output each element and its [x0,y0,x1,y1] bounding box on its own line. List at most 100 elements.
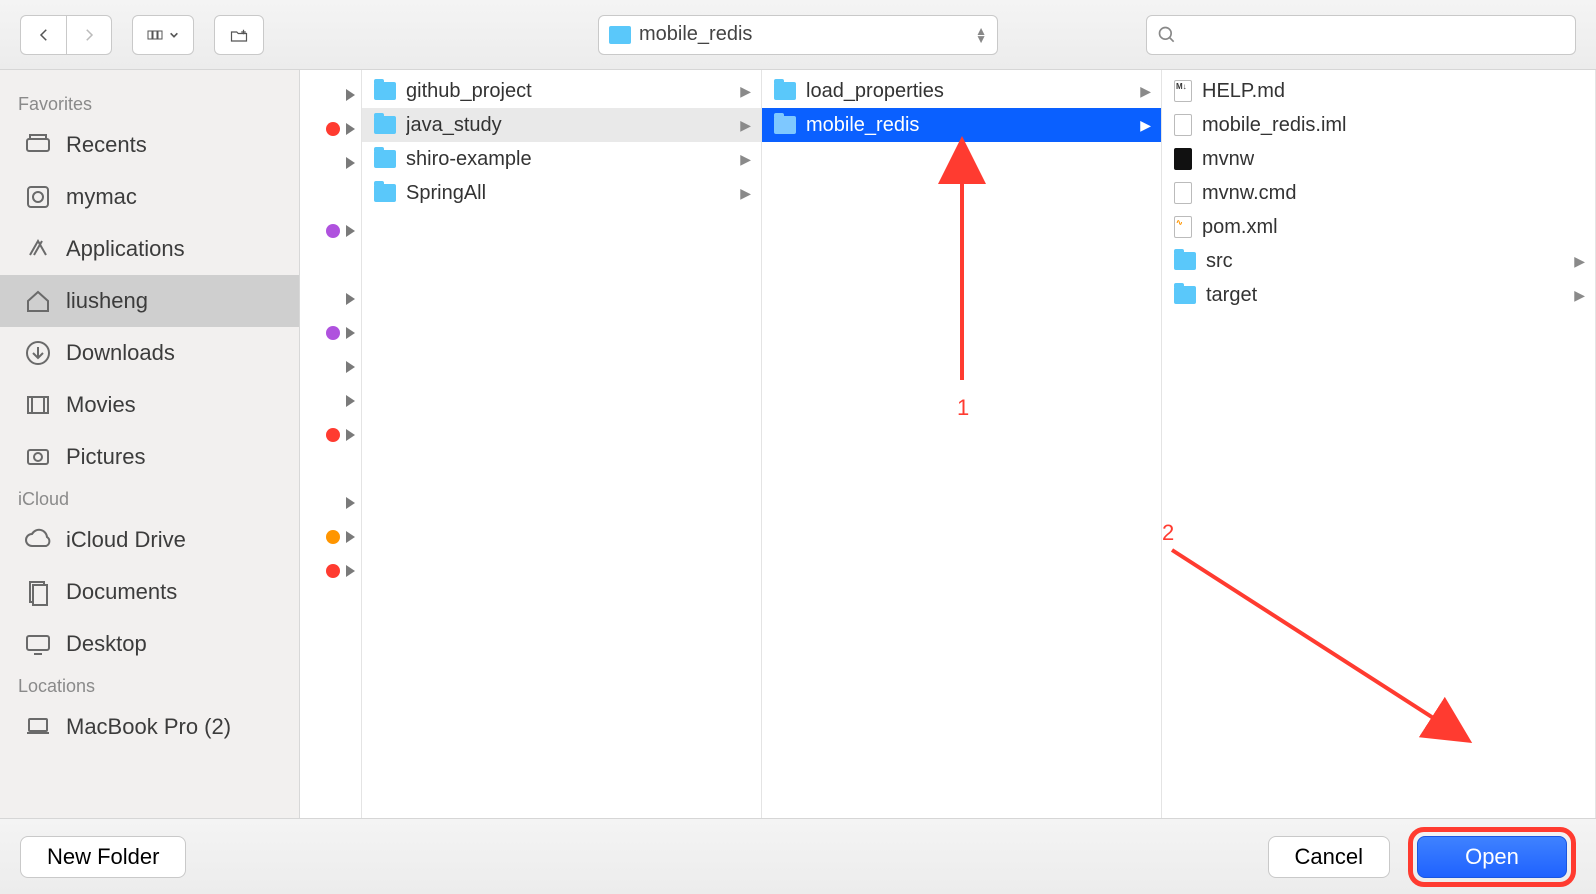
item-label: github_project [406,80,532,103]
path-popup[interactable]: mobile_redis ▲▼ [598,15,998,55]
disclosure-triangle-icon[interactable] [346,157,355,169]
sidebar-item-label: Recents [66,132,147,158]
disclosure-triangle-icon[interactable] [346,531,355,543]
sidebar-item-label: mymac [66,184,137,210]
annotation-1: 1 [957,395,969,421]
gutter-row [300,350,361,384]
disclosure-triangle-icon[interactable] [346,89,355,101]
file-icon [1174,114,1192,136]
column-2: load_properties▶mobile_redis▶ 1 [762,70,1162,818]
sidebar-item-label: Downloads [66,340,175,366]
folder-icon [774,82,796,100]
tag-dot-purple-icon [326,224,340,238]
search-input[interactable] [1177,23,1565,46]
back-button[interactable] [20,15,66,55]
gutter-row [300,316,361,350]
sidebar-item-macbook-pro-2-[interactable]: MacBook Pro (2) [0,701,299,753]
sidebar-item-recents[interactable]: Recents [0,119,299,171]
sidebar-item-pictures[interactable]: Pictures [0,431,299,483]
open-button[interactable]: Open [1417,836,1567,878]
chevron-left-icon [35,26,53,44]
sidebar-item-downloads[interactable]: Downloads [0,327,299,379]
chevron-right-icon: ▶ [740,185,751,202]
folder-icon [609,26,631,44]
home-icon [24,287,52,315]
sidebar-item-movies[interactable]: Movies [0,379,299,431]
sidebar-item-applications[interactable]: Applications [0,223,299,275]
disclosure-triangle-icon[interactable] [346,497,355,509]
item-label: mvnw [1202,148,1254,171]
list-item[interactable]: src▶ [1162,244,1595,278]
chevron-right-icon: ▶ [740,83,751,100]
current-folder-label: mobile_redis [639,23,967,46]
sidebar-item-documents[interactable]: Documents [0,566,299,618]
item-label: shiro-example [406,148,532,171]
disclosure-triangle-icon[interactable] [346,361,355,373]
item-label: src [1206,250,1233,273]
gutter-row [300,520,361,554]
list-item[interactable]: M↓HELP.md [1162,74,1595,108]
file-icon [1174,182,1192,204]
gutter-row [300,452,361,486]
list-item[interactable]: mvnw.cmd [1162,176,1595,210]
sidebar-item-label: Pictures [66,444,145,470]
disclosure-triangle-icon[interactable] [346,395,355,407]
disclosure-triangle-icon[interactable] [346,429,355,441]
item-label: mvnw.cmd [1202,182,1296,205]
list-item[interactable]: github_project ▶ [362,74,761,108]
list-item[interactable]: mobile_redis▶ [762,108,1161,142]
new-folder-button[interactable]: New Folder [20,836,186,878]
stepper-icon: ▲▼ [975,27,987,43]
gutter-row [300,486,361,520]
gutter-row [300,248,361,282]
sidebar-item-desktop[interactable]: Desktop [0,618,299,670]
download-icon [24,339,52,367]
sidebar-item-label: MacBook Pro (2) [66,714,231,740]
forward-button[interactable] [66,15,112,55]
sidebar-item-liusheng[interactable]: liusheng [0,275,299,327]
chevron-right-icon [80,26,98,44]
chevron-right-icon: ▶ [740,151,751,168]
footer: New Folder Cancel Open [0,818,1596,894]
list-item[interactable]: mobile_redis.iml [1162,108,1595,142]
list-item[interactable]: load_properties▶ [762,74,1161,108]
sidebar-item-mymac[interactable]: mymac [0,171,299,223]
list-item[interactable]: java_study▶ [362,108,761,142]
new-folder-toolbar-button[interactable] [214,15,264,55]
disclosure-triangle-icon[interactable] [346,225,355,237]
pictures-icon [24,443,52,471]
item-label: java_study [406,114,502,137]
desktop-icon [24,630,52,658]
docs-icon [24,578,52,606]
gutter-row [300,78,361,112]
gutter-row [300,282,361,316]
view-mode-button[interactable] [132,15,194,55]
nav-back-forward [20,15,112,55]
cancel-button[interactable]: Cancel [1268,836,1390,878]
list-item[interactable]: ∿pom.xml [1162,210,1595,244]
apps-icon [24,235,52,263]
laptop-icon [24,713,52,741]
recents-icon [24,131,52,159]
cloud-icon [24,526,52,554]
search-icon [1157,25,1177,45]
sidebar-section-header: Locations [0,670,299,701]
list-item[interactable]: SpringAll▶ [362,176,761,210]
tag-dot-red-icon [326,564,340,578]
xml-file-icon: ∿ [1174,216,1192,238]
annotation-open-highlight: Open [1408,827,1576,887]
folder-icon [374,184,396,202]
disclosure-triangle-icon[interactable] [346,123,355,135]
list-item[interactable]: target▶ [1162,278,1595,312]
chevron-right-icon: ▶ [1140,117,1151,134]
disclosure-triangle-icon[interactable] [346,565,355,577]
folder-icon [774,116,796,134]
disclosure-triangle-icon[interactable] [346,327,355,339]
item-label: target [1206,284,1257,307]
list-item[interactable]: mvnw [1162,142,1595,176]
file-icon: M↓ [1174,80,1192,102]
tag-dot-orange-icon [326,530,340,544]
sidebar-item-icloud-drive[interactable]: iCloud Drive [0,514,299,566]
list-item[interactable]: shiro-example ▶ [362,142,761,176]
disclosure-triangle-icon[interactable] [346,293,355,305]
